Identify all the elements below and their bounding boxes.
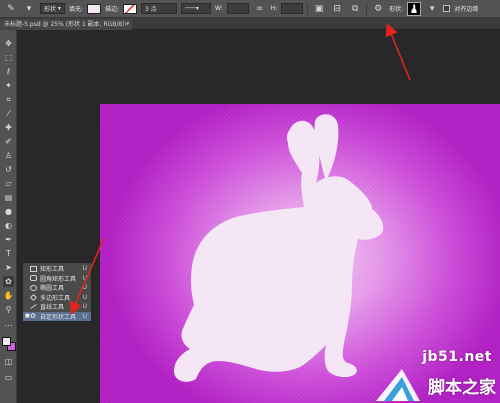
marquee-tool-icon[interactable]: ⬚ bbox=[3, 52, 14, 63]
document-tab-title: 未标题-5.psd @ 25% (形状 1 副本, RGB/8) * bbox=[4, 21, 130, 28]
rectangle-icon bbox=[30, 265, 37, 272]
pen-tool-icon[interactable]: ✒ bbox=[3, 234, 14, 245]
more-tools-icon[interactable]: ⋯ bbox=[3, 320, 14, 331]
watermark-name: 脚本之家 bbox=[428, 378, 496, 398]
screen-mode-icon[interactable]: ▭ bbox=[3, 372, 14, 383]
flyout-item-line[interactable]: 直线工具 U bbox=[23, 302, 91, 312]
shortcut-key: U bbox=[82, 265, 87, 273]
eraser-tool-icon[interactable]: ▱ bbox=[3, 178, 14, 189]
polygon-icon bbox=[29, 293, 38, 301]
stroke-width-field[interactable]: 3 点 bbox=[141, 3, 177, 14]
height-field[interactable] bbox=[281, 3, 304, 14]
path-operations-icon[interactable]: ▣ bbox=[312, 3, 326, 15]
align-edges-label: 对齐边缘 bbox=[454, 6, 479, 13]
rounded-rectangle-icon bbox=[30, 275, 37, 282]
lasso-tool-icon[interactable]: ℓ bbox=[3, 66, 14, 77]
flyout-item-custom-shape[interactable]: ■ ✿ 自定形状工具 U bbox=[23, 311, 91, 321]
quick-mask-icon[interactable]: ◫ bbox=[3, 356, 14, 367]
path-selection-tool-icon[interactable]: ➤ bbox=[3, 262, 14, 273]
path-arrangement-icon[interactable]: ⧉ bbox=[348, 3, 362, 15]
zoom-tool-icon[interactable]: ⚲ bbox=[3, 304, 14, 315]
shortcut-key: U bbox=[82, 312, 87, 320]
dodge-tool-icon[interactable]: ◐ bbox=[3, 220, 14, 231]
fill-swatch[interactable] bbox=[86, 3, 101, 14]
flyout-item-label: 直线工具 bbox=[40, 304, 65, 312]
watermark-logo bbox=[376, 369, 420, 401]
flyout-item-label: 椭圆工具 bbox=[40, 285, 65, 293]
shape-label: 形状: bbox=[389, 6, 404, 13]
tools-panel: ✥ ⬚ ℓ ✦ ⌗ ⁄ ✚ ✐ ♙ ↺ ▱ ▤ ● ◐ ✒ T ➤ ✿ ✋ ⚲ … bbox=[0, 30, 17, 403]
close-icon[interactable]: × bbox=[124, 19, 129, 30]
flyout-item-label: 矩形工具 bbox=[40, 266, 65, 274]
move-tool-icon[interactable]: ✥ bbox=[3, 38, 14, 49]
gear-icon[interactable]: ⚙ bbox=[371, 3, 385, 15]
chevron-down-icon[interactable]: ▾ bbox=[425, 3, 439, 15]
healing-brush-tool-icon[interactable]: ✚ bbox=[3, 122, 14, 133]
shortcut-key: U bbox=[82, 274, 87, 282]
gradient-tool-icon[interactable]: ▤ bbox=[3, 192, 14, 203]
stroke-width-value: 3 点 bbox=[145, 6, 157, 13]
tool-mode-value: 形状 bbox=[44, 6, 57, 13]
hand-tool-icon[interactable]: ✋ bbox=[3, 290, 14, 301]
stroke-label: 描边: bbox=[104, 6, 119, 13]
link-icon[interactable]: ∞ bbox=[253, 3, 267, 15]
custom-shape-icon: ✿ bbox=[30, 312, 36, 321]
history-brush-tool-icon[interactable]: ↺ bbox=[3, 164, 14, 175]
separator bbox=[307, 2, 309, 15]
crop-tool-icon[interactable]: ⌗ bbox=[3, 94, 14, 105]
flyout-item-rounded-rectangle[interactable]: 圆角矩形工具 U bbox=[23, 274, 91, 284]
quick-selection-tool-icon[interactable]: ✦ bbox=[3, 80, 14, 91]
flyout-item-rectangle[interactable]: 矩形工具 U bbox=[23, 264, 91, 274]
path-alignment-icon[interactable]: ⊟ bbox=[330, 3, 344, 15]
ellipse-icon bbox=[30, 284, 37, 291]
shape-tools-flyout: 矩形工具 U 圆角矩形工具 U 椭圆工具 U 多边形工具 U 直线工具 U ■ … bbox=[22, 262, 92, 322]
flyout-item-polygon[interactable]: 多边形工具 U bbox=[23, 293, 91, 303]
tool-mode-dropdown[interactable]: 形状 ▾ bbox=[40, 3, 65, 14]
foreground-color-swatch[interactable] bbox=[2, 337, 11, 346]
eyedropper-tool-icon[interactable]: ⁄ bbox=[3, 108, 14, 119]
shape-picker-button[interactable] bbox=[407, 1, 422, 16]
chevron-down-icon[interactable]: ▾ bbox=[22, 3, 36, 15]
separator bbox=[366, 2, 368, 15]
stroke-swatch[interactable] bbox=[123, 3, 137, 14]
shortcut-key: U bbox=[82, 303, 87, 311]
flyout-item-label: 自定形状工具 bbox=[40, 313, 77, 321]
clone-stamp-tool-icon[interactable]: ♙ bbox=[3, 150, 14, 161]
flyout-item-ellipse[interactable]: 椭圆工具 U bbox=[23, 283, 91, 293]
flyout-item-label: 多边形工具 bbox=[40, 294, 71, 302]
fill-label: 填充: bbox=[68, 6, 83, 13]
brush-tool-icon[interactable]: ✐ bbox=[3, 136, 14, 147]
document-tab[interactable]: 未标题-5.psd @ 25% (形状 1 副本, RGB/8) * × bbox=[0, 19, 132, 30]
align-edges-checkbox[interactable] bbox=[443, 5, 451, 12]
watermark: jb51.net 脚本之家 bbox=[360, 347, 500, 403]
blur-tool-icon[interactable]: ● bbox=[3, 206, 14, 217]
selected-bullet-icon: ■ bbox=[25, 313, 30, 320]
options-bar: ✎ ▾ 形状 ▾ 填充: 描边: 3 点 ───▾ W: ∞ H: ▣ ⊟ ⧉ … bbox=[0, 0, 500, 18]
shortcut-key: U bbox=[82, 284, 87, 292]
pen-shape-tool-icon[interactable]: ✎ bbox=[4, 3, 18, 15]
custom-shape-tool-icon[interactable]: ✿ bbox=[3, 276, 14, 287]
line-icon bbox=[30, 304, 37, 310]
document-tab-strip: 未标题-5.psd @ 25% (形状 1 副本, RGB/8) * × bbox=[0, 18, 500, 30]
stroke-type-dropdown[interactable]: ───▾ bbox=[181, 3, 211, 14]
h-label: H: bbox=[270, 5, 278, 12]
type-tool-icon[interactable]: T bbox=[3, 248, 14, 259]
shortcut-key: U bbox=[82, 293, 87, 301]
width-field[interactable] bbox=[226, 3, 249, 14]
watermark-url: jb51.net bbox=[422, 349, 492, 365]
flyout-item-label: 圆角矩形工具 bbox=[40, 275, 77, 283]
w-label: W: bbox=[215, 5, 223, 12]
rabbit-shape-icon bbox=[411, 3, 417, 13]
